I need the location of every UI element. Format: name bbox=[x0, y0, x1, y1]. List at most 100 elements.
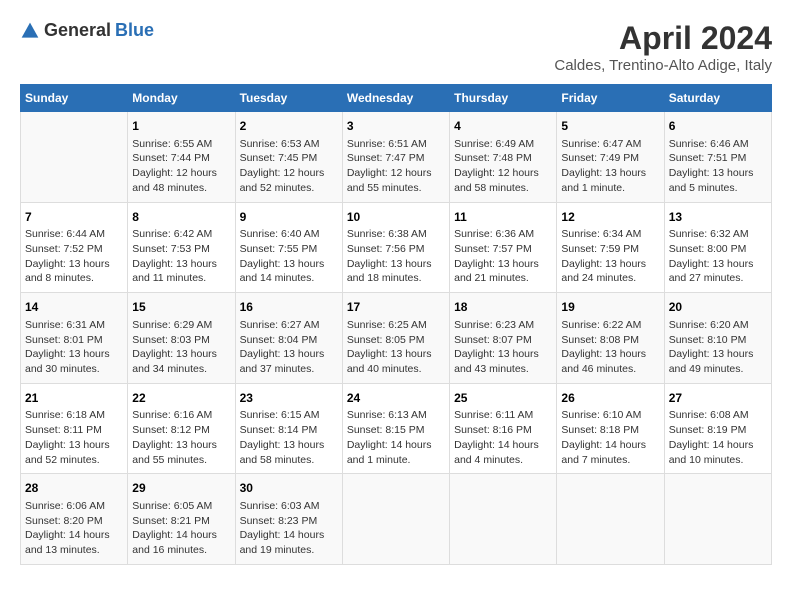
day-info: Sunrise: 6:25 AMSunset: 8:05 PMDaylight:… bbox=[347, 318, 445, 377]
header: General Blue April 2024 Caldes, Trentino… bbox=[20, 20, 772, 74]
cell-4-3: 23Sunrise: 6:15 AMSunset: 8:14 PMDayligh… bbox=[235, 383, 342, 474]
day-number: 16 bbox=[240, 299, 338, 316]
day-number: 24 bbox=[347, 390, 445, 407]
day-number: 20 bbox=[669, 299, 767, 316]
cell-4-6: 26Sunrise: 6:10 AMSunset: 8:18 PMDayligh… bbox=[557, 383, 664, 474]
day-info: Sunrise: 6:03 AMSunset: 8:23 PMDaylight:… bbox=[240, 499, 338, 558]
cell-3-1: 14Sunrise: 6:31 AMSunset: 8:01 PMDayligh… bbox=[21, 293, 128, 384]
cell-5-2: 29 Sunrise: 6:05 AMSunset: 8:21 PMDayligh… bbox=[128, 474, 235, 565]
title-area: April 2024 Caldes, Trentino-Alto Adige, … bbox=[554, 20, 772, 74]
cell-2-3: 9Sunrise: 6:40 AMSunset: 7:55 PMDaylight… bbox=[235, 202, 342, 293]
cell-2-5: 11Sunrise: 6:36 AMSunset: 7:57 PMDayligh… bbox=[450, 202, 557, 293]
day-number: 12 bbox=[561, 209, 659, 226]
logo-general: General bbox=[44, 20, 111, 41]
day-info: Sunrise: 6:06 AMSunset: 8:20 PMDaylight:… bbox=[25, 499, 123, 558]
week-row-3: 14Sunrise: 6:31 AMSunset: 8:01 PMDayligh… bbox=[21, 293, 772, 384]
day-info: Sunrise: 6:32 AMSunset: 8:00 PMDaylight:… bbox=[669, 227, 767, 286]
day-number: 29 bbox=[132, 480, 230, 497]
day-number: 6 bbox=[669, 118, 767, 135]
cell-3-6: 19 Sunrise: 6:22 AMSunset: 8:08 PMDayligh… bbox=[557, 293, 664, 384]
header-cell-monday: Monday bbox=[128, 85, 235, 112]
day-info: Sunrise: 6:11 AMSunset: 8:16 PMDaylight:… bbox=[454, 408, 552, 467]
day-info: Sunrise: 6:29 AMSunset: 8:03 PMDaylight:… bbox=[132, 318, 230, 377]
cell-2-4: 10Sunrise: 6:38 AMSunset: 7:56 PMDayligh… bbox=[342, 202, 449, 293]
cell-2-6: 12Sunrise: 6:34 AMSunset: 7:59 PMDayligh… bbox=[557, 202, 664, 293]
day-number: 18 bbox=[454, 299, 552, 316]
day-number: 11 bbox=[454, 209, 552, 226]
week-row-1: 1Sunrise: 6:55 AMSunset: 7:44 PMDaylight… bbox=[21, 112, 772, 203]
day-info: Sunrise: 6:16 AMSunset: 8:12 PMDaylight:… bbox=[132, 408, 230, 467]
day-info: Sunrise: 6:15 AMSunset: 8:14 PMDaylight:… bbox=[240, 408, 338, 467]
header-cell-wednesday: Wednesday bbox=[342, 85, 449, 112]
day-number: 19 bbox=[561, 299, 659, 316]
day-info: Sunrise: 6:46 AMSunset: 7:51 PMDaylight:… bbox=[669, 137, 767, 196]
cell-4-5: 25Sunrise: 6:11 AMSunset: 8:16 PMDayligh… bbox=[450, 383, 557, 474]
cell-4-7: 27Sunrise: 6:08 AMSunset: 8:19 PMDayligh… bbox=[664, 383, 771, 474]
day-number: 10 bbox=[347, 209, 445, 226]
day-number: 25 bbox=[454, 390, 552, 407]
day-number: 22 bbox=[132, 390, 230, 407]
main-title: April 2024 bbox=[554, 20, 772, 57]
day-number: 8 bbox=[132, 209, 230, 226]
cell-5-3: 30 Sunrise: 6:03 AMSunset: 8:23 PMDayligh… bbox=[235, 474, 342, 565]
logo-blue: Blue bbox=[115, 20, 154, 41]
day-info: Sunrise: 6:38 AMSunset: 7:56 PMDaylight:… bbox=[347, 227, 445, 286]
day-info: Sunrise: 6:22 AMSunset: 8:08 PMDaylight:… bbox=[561, 318, 659, 377]
day-number: 15 bbox=[132, 299, 230, 316]
cell-2-2: 8Sunrise: 6:42 AMSunset: 7:53 PMDaylight… bbox=[128, 202, 235, 293]
header-cell-sunday: Sunday bbox=[21, 85, 128, 112]
week-row-4: 21Sunrise: 6:18 AMSunset: 8:11 PMDayligh… bbox=[21, 383, 772, 474]
cell-2-1: 7Sunrise: 6:44 AMSunset: 7:52 PMDaylight… bbox=[21, 202, 128, 293]
day-info: Sunrise: 6:42 AMSunset: 7:53 PMDaylight:… bbox=[132, 227, 230, 286]
day-info: Sunrise: 6:05 AMSunset: 8:21 PMDaylight:… bbox=[132, 499, 230, 558]
day-number: 13 bbox=[669, 209, 767, 226]
day-number: 9 bbox=[240, 209, 338, 226]
day-number: 27 bbox=[669, 390, 767, 407]
day-number: 2 bbox=[240, 118, 338, 135]
cell-5-7 bbox=[664, 474, 771, 565]
cell-3-3: 16 Sunrise: 6:27 AMSunset: 8:04 PMDayligh… bbox=[235, 293, 342, 384]
day-info: Sunrise: 6:44 AMSunset: 7:52 PMDaylight:… bbox=[25, 227, 123, 286]
header-cell-friday: Friday bbox=[557, 85, 664, 112]
day-info: Sunrise: 6:18 AMSunset: 8:11 PMDaylight:… bbox=[25, 408, 123, 467]
cell-1-7: 6 Sunrise: 6:46 AMSunset: 7:51 PMDaylight… bbox=[664, 112, 771, 203]
week-row-2: 7Sunrise: 6:44 AMSunset: 7:52 PMDaylight… bbox=[21, 202, 772, 293]
day-info: Sunrise: 6:51 AMSunset: 7:47 PMDaylight:… bbox=[347, 137, 445, 196]
cell-5-5 bbox=[450, 474, 557, 565]
day-number: 21 bbox=[25, 390, 123, 407]
day-number: 28 bbox=[25, 480, 123, 497]
cell-4-1: 21Sunrise: 6:18 AMSunset: 8:11 PMDayligh… bbox=[21, 383, 128, 474]
day-number: 7 bbox=[25, 209, 123, 226]
cell-3-2: 15 Sunrise: 6:29 AMSunset: 8:03 PMDayligh… bbox=[128, 293, 235, 384]
cell-4-2: 22Sunrise: 6:16 AMSunset: 8:12 PMDayligh… bbox=[128, 383, 235, 474]
calendar-table: SundayMondayTuesdayWednesdayThursdayFrid… bbox=[20, 84, 772, 565]
cell-1-2: 1Sunrise: 6:55 AMSunset: 7:44 PMDaylight… bbox=[128, 112, 235, 203]
header-cell-saturday: Saturday bbox=[664, 85, 771, 112]
cell-5-6 bbox=[557, 474, 664, 565]
day-number: 30 bbox=[240, 480, 338, 497]
day-info: Sunrise: 6:08 AMSunset: 8:19 PMDaylight:… bbox=[669, 408, 767, 467]
day-number: 26 bbox=[561, 390, 659, 407]
week-row-5: 28 Sunrise: 6:06 AMSunset: 8:20 PMDayligh… bbox=[21, 474, 772, 565]
cell-3-5: 18Sunrise: 6:23 AMSunset: 8:07 PMDayligh… bbox=[450, 293, 557, 384]
day-info: Sunrise: 6:10 AMSunset: 8:18 PMDaylight:… bbox=[561, 408, 659, 467]
cell-1-3: 2 Sunrise: 6:53 AMSunset: 7:45 PMDaylight… bbox=[235, 112, 342, 203]
day-info: Sunrise: 6:55 AMSunset: 7:44 PMDaylight:… bbox=[132, 137, 230, 196]
day-number: 4 bbox=[454, 118, 552, 135]
cell-1-4: 3 Sunrise: 6:51 AMSunset: 7:47 PMDaylight… bbox=[342, 112, 449, 203]
day-number: 3 bbox=[347, 118, 445, 135]
day-info: Sunrise: 6:27 AMSunset: 8:04 PMDaylight:… bbox=[240, 318, 338, 377]
subtitle: Caldes, Trentino-Alto Adige, Italy bbox=[554, 57, 772, 74]
day-number: 23 bbox=[240, 390, 338, 407]
cell-2-7: 13Sunrise: 6:32 AMSunset: 8:00 PMDayligh… bbox=[664, 202, 771, 293]
day-number: 14 bbox=[25, 299, 123, 316]
day-info: Sunrise: 6:34 AMSunset: 7:59 PMDaylight:… bbox=[561, 227, 659, 286]
day-info: Sunrise: 6:53 AMSunset: 7:45 PMDaylight:… bbox=[240, 137, 338, 196]
day-info: Sunrise: 6:36 AMSunset: 7:57 PMDaylight:… bbox=[454, 227, 552, 286]
header-cell-tuesday: Tuesday bbox=[235, 85, 342, 112]
day-info: Sunrise: 6:13 AMSunset: 8:15 PMDaylight:… bbox=[347, 408, 445, 467]
day-number: 17 bbox=[347, 299, 445, 316]
cell-5-4 bbox=[342, 474, 449, 565]
header-cell-thursday: Thursday bbox=[450, 85, 557, 112]
cell-3-4: 17 Sunrise: 6:25 AMSunset: 8:05 PMDayligh… bbox=[342, 293, 449, 384]
